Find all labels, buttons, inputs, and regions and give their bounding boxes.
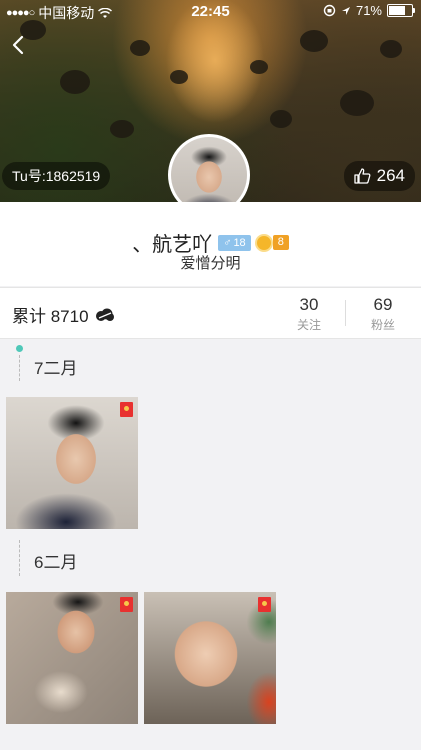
timeline-dot [16, 345, 23, 352]
battery-icon [387, 4, 415, 17]
sun-level-icon [256, 235, 271, 250]
divider [345, 300, 346, 326]
battery-percent: 71% [355, 3, 382, 18]
user-signature: 爱憎分明 [180, 255, 241, 272]
following-count: 30 [299, 295, 319, 314]
total-points: 累计 8710 [12, 302, 115, 327]
fans-label: 粉丝 [370, 318, 395, 332]
red-flag-icon [258, 597, 271, 612]
timeline-line [19, 355, 20, 381]
cloud-points-icon [95, 308, 114, 321]
status-bar: ●●●●○ 中国移动 22:45 71% [0, 0, 421, 22]
male-icon: ♂ [223, 236, 232, 249]
red-flag-icon [120, 402, 133, 417]
photo-thumbnail[interactable] [144, 592, 276, 724]
back-arrow-icon[interactable] [8, 34, 30, 56]
likes-count: 264 [376, 166, 405, 185]
profile-info: 、航艺吖 ♂ 18 8 爱憎分明 [0, 202, 421, 286]
age-value: 18 [233, 236, 246, 249]
level-badge: 8 [256, 235, 289, 250]
timeline-line [19, 540, 20, 576]
thumbs-up-icon [353, 168, 371, 184]
following-stat[interactable]: 30 关注 [279, 295, 339, 333]
total-label: 累计 8710 [12, 307, 89, 326]
tu-id-badge: Tu号:1862519 [2, 162, 111, 190]
fans-stat[interactable]: 69 粉丝 [353, 295, 413, 333]
timeline-date: 6二月 [34, 553, 78, 572]
gender-age-badge: ♂ 18 [218, 234, 251, 251]
red-flag-icon [120, 597, 133, 612]
timeline-date: 7二月 [34, 359, 78, 378]
like-button[interactable]: 264 [343, 161, 415, 191]
photo-thumbnail[interactable] [6, 592, 138, 724]
location-icon [341, 6, 350, 15]
stats-bar: 累计 8710 30 关注 69 粉丝 [0, 287, 421, 339]
photo-thumbnail[interactable] [6, 397, 138, 529]
fans-count: 69 [373, 295, 393, 314]
rotation-lock-icon [323, 4, 336, 17]
level-value: 8 [272, 235, 289, 250]
following-label: 关注 [296, 318, 321, 332]
